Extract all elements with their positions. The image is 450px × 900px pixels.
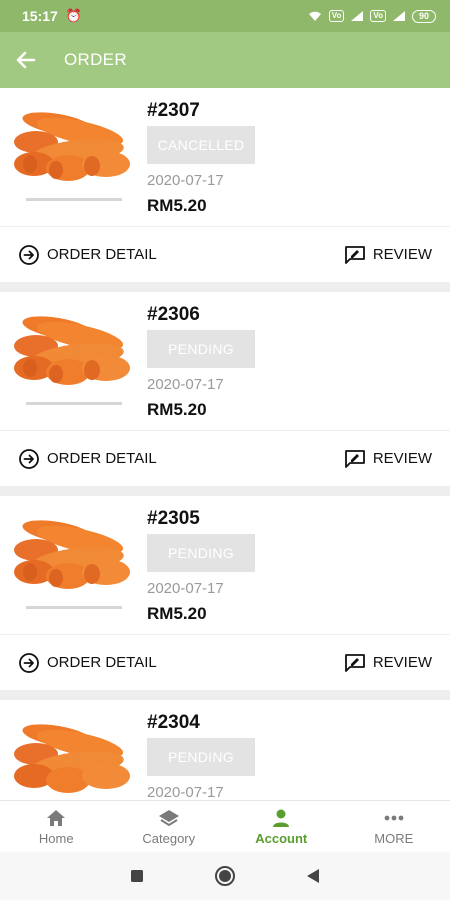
more-icon <box>384 815 404 820</box>
review-icon <box>344 653 365 672</box>
home-icon <box>47 809 66 826</box>
page-title: ORDER <box>64 50 127 69</box>
order-date: 2020-07-17 <box>147 784 224 800</box>
layers-icon <box>158 809 179 826</box>
order-detail-label: ORDER DETAIL <box>47 246 157 263</box>
battery-indicator: 90 <box>411 9 436 23</box>
recents-button[interactable] <box>130 869 144 883</box>
status-badge: PENDING <box>147 330 255 368</box>
review-button[interactable]: REVIEW <box>344 449 432 469</box>
product-image <box>14 520 130 609</box>
separator <box>0 486 450 496</box>
product-image <box>14 724 130 793</box>
nav-more-label: MORE <box>374 830 414 846</box>
signal-icon-2 <box>392 11 405 21</box>
back-button[interactable] <box>0 32 52 88</box>
order-detail-label: ORDER DETAIL <box>47 654 157 671</box>
alarm-icon: ⏰ <box>65 8 82 23</box>
order-price: RM5.20 <box>147 604 207 623</box>
separator <box>0 690 450 700</box>
system-navigation-bar <box>0 852 450 900</box>
review-label: REVIEW <box>372 450 432 467</box>
order-number: #2304 <box>147 712 200 733</box>
signal-icon <box>351 11 364 21</box>
arrow-circle-right-icon <box>19 652 39 673</box>
app-bar: ORDER <box>0 32 450 88</box>
order-number: #2307 <box>147 100 200 121</box>
review-label: REVIEW <box>372 246 432 263</box>
home-system-button[interactable] <box>214 865 236 887</box>
nav-home[interactable]: Home <box>0 801 113 852</box>
arrow-circle-right-icon <box>19 448 39 469</box>
order-card[interactable]: #2307 CANCELLED 2020-07-17 RM5.20 ORDER … <box>0 88 450 292</box>
status-badge: PENDING <box>147 738 255 776</box>
volte-badge-2: Vo <box>370 10 386 22</box>
product-image <box>14 316 130 405</box>
arrow-circle-right-icon <box>19 244 39 265</box>
status-badge: PENDING <box>147 534 255 572</box>
order-card[interactable]: #2306 PENDING 2020-07-17 RM5.20 ORDER DE… <box>0 292 450 496</box>
order-date: 2020-07-17 <box>147 172 224 189</box>
review-icon <box>344 245 365 264</box>
back-system-button[interactable] <box>306 868 320 884</box>
review-label: REVIEW <box>372 654 432 671</box>
arrow-left-icon <box>16 51 36 69</box>
order-date: 2020-07-17 <box>147 580 224 597</box>
order-price: RM5.20 <box>147 196 207 215</box>
nav-category-label: Category <box>142 830 196 846</box>
product-image <box>14 112 130 201</box>
review-button[interactable]: REVIEW <box>344 245 432 265</box>
nav-account-label: Account <box>255 830 308 846</box>
order-price: RM5.20 <box>147 400 207 419</box>
wifi-icon <box>308 11 321 21</box>
order-card[interactable]: #2304 PENDING 2020-07-17 <box>0 700 450 800</box>
order-detail-button[interactable]: ORDER DETAIL <box>18 652 157 674</box>
status-bar: 15:17 ⏰ Vo Vo 90 <box>0 0 450 32</box>
nav-more[interactable]: MORE <box>338 801 450 852</box>
person-icon <box>273 809 290 827</box>
order-number: #2306 <box>147 304 200 325</box>
order-date: 2020-07-17 <box>147 376 224 393</box>
order-detail-label: ORDER DETAIL <box>47 450 157 467</box>
order-number: #2305 <box>147 508 200 529</box>
bottom-navigation: Home Category Account MORE <box>0 800 450 852</box>
order-list[interactable]: #2307 CANCELLED 2020-07-17 RM5.20 ORDER … <box>0 88 450 800</box>
nav-account[interactable]: Account <box>225 801 338 852</box>
order-detail-button[interactable]: ORDER DETAIL <box>18 448 157 470</box>
status-icons: Vo Vo 90 <box>307 9 436 23</box>
nav-home-label: Home <box>38 830 74 846</box>
review-icon <box>344 449 365 468</box>
order-card[interactable]: #2305 PENDING 2020-07-17 RM5.20 ORDER DE… <box>0 496 450 700</box>
separator <box>0 282 450 292</box>
status-time: 15:17 <box>22 8 58 24</box>
nav-category[interactable]: Category <box>113 801 226 852</box>
order-detail-button[interactable]: ORDER DETAIL <box>18 244 157 266</box>
status-badge: CANCELLED <box>147 126 255 164</box>
review-button[interactable]: REVIEW <box>344 653 432 673</box>
volte-badge: Vo <box>328 10 345 22</box>
